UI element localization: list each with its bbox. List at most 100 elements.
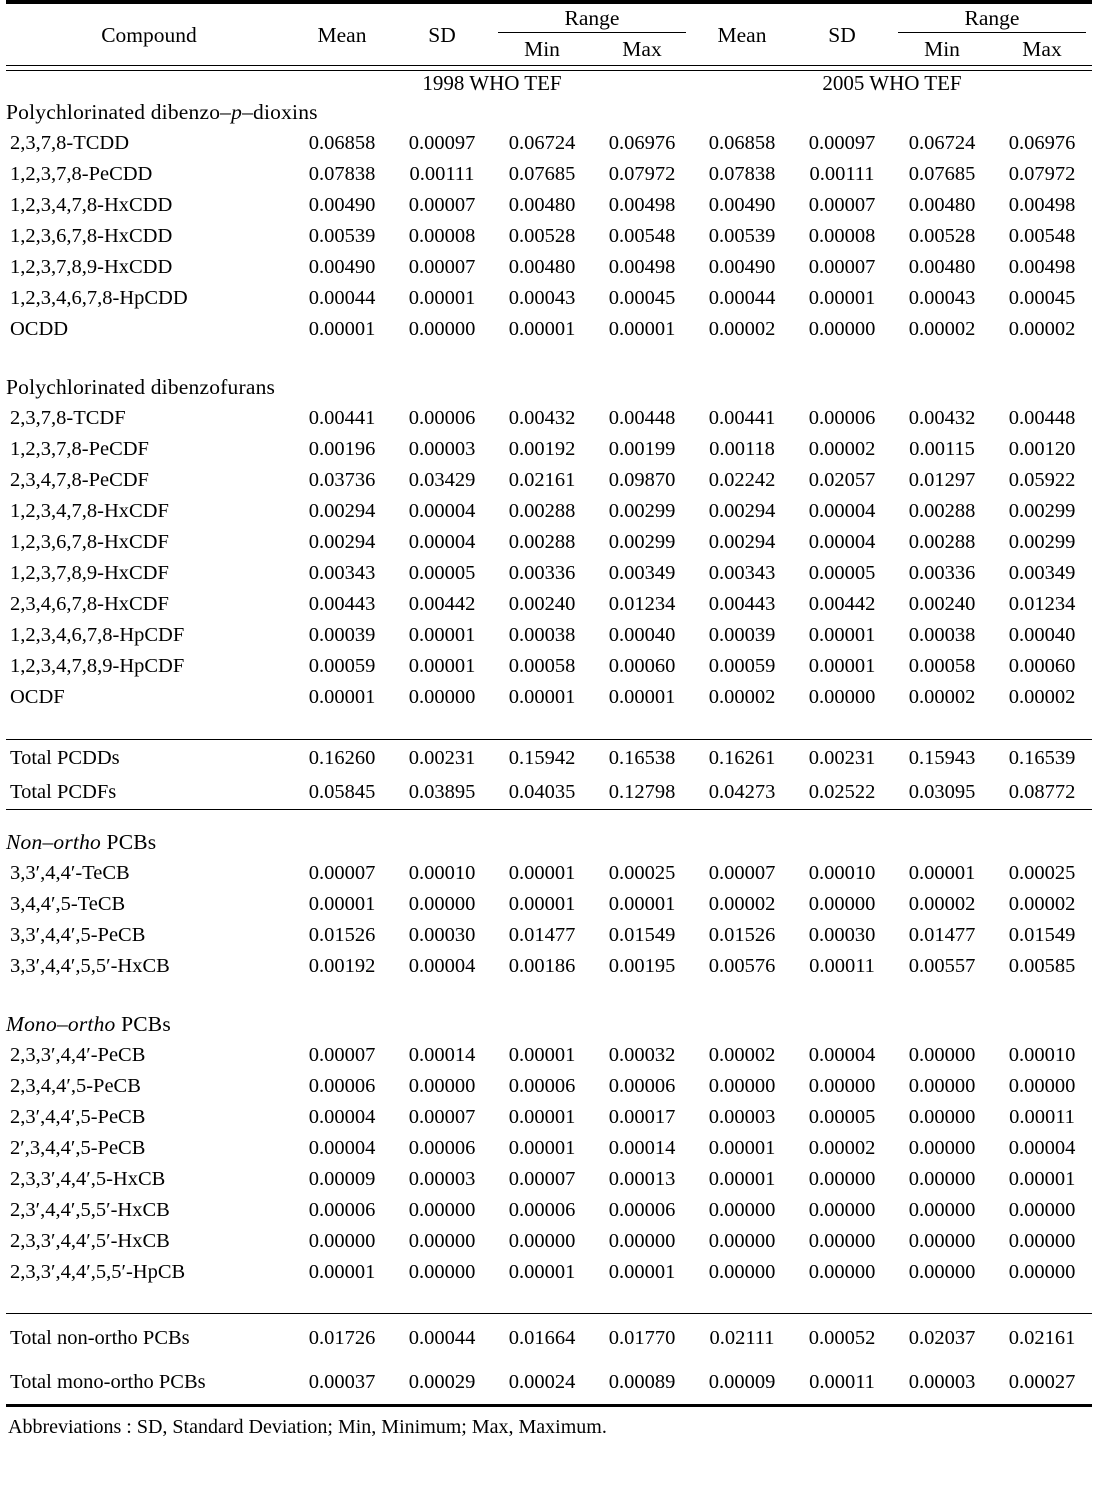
value-cell-1: 0.00006 — [408, 407, 476, 430]
value-cell-3: 0.00349 — [608, 562, 676, 585]
header-mean-2005: Mean — [717, 23, 767, 48]
compound-name: 1,2,3,4,6,7,8‐HpCDF — [10, 624, 185, 647]
value-cell-6: 0.00000 — [908, 1260, 976, 1283]
value-cell-3: 0.00498 — [608, 256, 676, 279]
value-cell-6: 0.00002 — [908, 686, 976, 709]
value-cell-2: 0.00001 — [508, 1136, 576, 1159]
value-cell-4: 0.00044 — [708, 287, 776, 310]
value-cell-3: 0.07972 — [608, 163, 676, 186]
compound-name: Total non‐ortho PCBs — [10, 1326, 190, 1349]
value-cell-5: 0.00001 — [808, 287, 876, 310]
value-cell-0: 0.00001 — [308, 1260, 376, 1283]
value-cell-5: 0.00000 — [808, 1260, 876, 1283]
value-cell-3: 0.09870 — [608, 469, 676, 492]
value-cell-4: 0.00000 — [708, 1229, 776, 1252]
value-cell-4: 0.00002 — [708, 1043, 776, 1066]
group-heading-pcdd: Polychlorinated dibenzo‒p‒dioxins — [6, 96, 1092, 128]
value-cell-2: 0.00058 — [508, 655, 576, 678]
table-footnote: Abbreviations : SD, Standard Deviation; … — [8, 1416, 607, 1439]
value-cell-0: 0.03736 — [308, 469, 376, 492]
subtotal-row: Total PCDFs 0.05845 0.03895 0.04035 0.12798 0… — [6, 775, 1092, 810]
value-cell-7: 0.00498 — [1008, 194, 1076, 217]
value-cell-3: 0.00089 — [608, 1370, 676, 1393]
value-cell-0: 0.00037 — [308, 1370, 376, 1393]
value-cell-1: 0.00097 — [408, 132, 476, 155]
compound-name: 2,3′,4,4′,5,5′‐HxCB — [10, 1198, 170, 1221]
value-cell-7: 0.00000 — [1008, 1229, 1076, 1252]
value-cell-6: 0.01477 — [908, 923, 976, 946]
value-cell-7: 0.00299 — [1008, 500, 1076, 523]
value-cell-1: 0.00001 — [408, 287, 476, 310]
value-cell-5: 0.00097 — [808, 132, 876, 155]
value-cell-0: 0.00000 — [308, 1229, 376, 1252]
value-cell-4: 0.00001 — [708, 1136, 776, 1159]
compound-name: 1,2,3,6,7,8‐HxCDD — [10, 225, 173, 248]
value-cell-1: 0.00000 — [408, 892, 476, 915]
pcb-total-row: Total mono‐ortho PCBs 0.00037 0.00029 0.000… — [6, 1360, 1092, 1406]
value-cell-6: 0.00043 — [908, 287, 976, 310]
value-cell-0: 0.00006 — [308, 1198, 376, 1221]
table-row: 2,3′,4,4′,5‐PeCB 0.00004 0.00007 0.00001 0.0… — [6, 1102, 1092, 1133]
value-cell-4: 0.00039 — [708, 624, 776, 647]
compound-name: 2,3,3′,4,4′,5′‐HxCB — [10, 1229, 170, 1252]
value-cell-0: 0.00004 — [308, 1136, 376, 1159]
compound-name: 2,3,3′,4,4′,5,5′‐HpCB — [10, 1260, 186, 1283]
value-cell-0: 0.00294 — [308, 531, 376, 554]
table-row: 2,3,3′,4,4′,5‐HxCB 0.00009 0.00003 0.00007 0… — [6, 1164, 1092, 1195]
value-cell-0: 0.00009 — [308, 1167, 376, 1190]
value-cell-0: 0.00343 — [308, 562, 376, 585]
value-cell-6: 0.15943 — [908, 747, 976, 770]
value-cell-5: 0.00005 — [808, 1105, 876, 1128]
value-cell-5: 0.02057 — [808, 469, 876, 492]
compound-name: Total mono‐ortho PCBs — [10, 1370, 206, 1393]
value-cell-3: 0.00001 — [608, 1260, 676, 1283]
value-cell-2: 0.00336 — [508, 562, 576, 585]
value-cell-4: 0.00009 — [708, 1370, 776, 1393]
value-cell-1: 0.00000 — [408, 1260, 476, 1283]
value-cell-6: 0.00000 — [908, 1105, 976, 1128]
group-heading-label: Polychlorinated dibenzofurans — [6, 375, 276, 400]
value-cell-3: 0.01549 — [608, 923, 676, 946]
table-row: 2,3,3′,4,4′,5,5′‐HpCB 0.00001 0.00000 0.000… — [6, 1257, 1092, 1288]
value-cell-0: 0.06858 — [308, 132, 376, 155]
value-cell-6: 0.00336 — [908, 562, 976, 585]
value-cell-5: 0.00001 — [808, 624, 876, 647]
table-row: 1,2,3,6,7,8‐HxCDD 0.00539 0.00008 0.00528 0.… — [6, 221, 1092, 252]
value-cell-0: 0.00044 — [308, 287, 376, 310]
value-cell-6: 0.00528 — [908, 225, 976, 248]
value-cell-3: 0.00199 — [608, 438, 676, 461]
value-cell-3: 0.00032 — [608, 1043, 676, 1066]
compound-name: 1,2,3,7,8,9‐HxCDF — [10, 562, 169, 585]
value-cell-5: 0.00000 — [808, 1198, 876, 1221]
tef-band-2005: 2005 WHO TEF — [822, 71, 962, 96]
value-cell-5: 0.00006 — [808, 407, 876, 430]
value-cell-0: 0.00007 — [308, 1043, 376, 1066]
value-cell-2: 0.07685 — [508, 163, 576, 186]
value-cell-2: 0.00480 — [508, 256, 576, 279]
value-cell-4: 0.00576 — [708, 954, 776, 977]
value-cell-5: 0.00000 — [808, 686, 876, 709]
value-cell-6: 0.00557 — [908, 954, 976, 977]
value-cell-0: 0.00007 — [308, 861, 376, 884]
compound-name: 2,3,3′,4,4′‐PeCB — [10, 1043, 146, 1066]
row-spacer — [6, 982, 1092, 1008]
value-cell-1: 0.00000 — [408, 1229, 476, 1252]
value-cell-3: 0.12798 — [608, 781, 676, 804]
value-cell-1: 0.00004 — [408, 954, 476, 977]
compound-name: 1,2,3,4,6,7,8‐HpCDD — [10, 287, 188, 310]
value-cell-5: 0.00000 — [808, 1167, 876, 1190]
value-cell-1: 0.00000 — [408, 1198, 476, 1221]
value-cell-3: 0.00299 — [608, 500, 676, 523]
value-cell-2: 0.00288 — [508, 500, 576, 523]
table-row: 1,2,3,4,7,8‐HxCDD 0.00490 0.00007 0.00480 0.… — [6, 190, 1092, 221]
value-cell-5: 0.00000 — [808, 892, 876, 915]
row-spacer — [6, 812, 1092, 826]
value-cell-7: 0.00027 — [1008, 1370, 1076, 1393]
value-cell-1: 0.00007 — [408, 1105, 476, 1128]
value-cell-5: 0.00111 — [809, 163, 875, 186]
value-cell-0: 0.00192 — [308, 954, 376, 977]
value-cell-5: 0.00030 — [808, 923, 876, 946]
value-cell-2: 0.00001 — [508, 861, 576, 884]
value-cell-5: 0.00000 — [808, 1074, 876, 1097]
value-cell-5: 0.00052 — [808, 1326, 876, 1349]
